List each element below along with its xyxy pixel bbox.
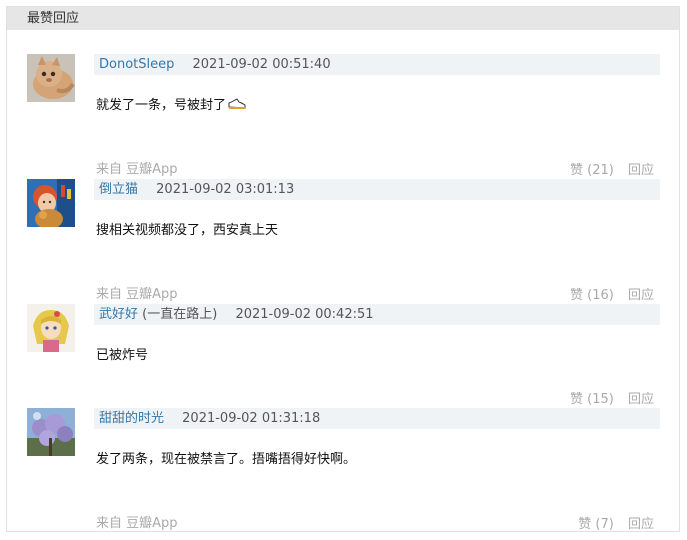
- reply-button[interactable]: 回应: [628, 517, 654, 532]
- author-link[interactable]: 武好好: [99, 307, 138, 322]
- comment-text-row: 就发了一条，号被封了: [96, 94, 246, 115]
- comment-meta: 倒立猫 2021-09-02 03:01:13: [94, 179, 660, 200]
- comment-meta: DonotSleep 2021-09-02 00:51:40: [94, 54, 660, 75]
- comment-source: 来自 豆瓣App: [96, 516, 178, 531]
- comment-text: 已被炸号: [96, 348, 149, 363]
- panel-title: 最赞回应: [7, 7, 679, 30]
- reply-button[interactable]: 回应: [628, 288, 654, 303]
- avatar[interactable]: [27, 304, 75, 352]
- comment-meta: 甜甜的时光 2021-09-02 01:31:18: [94, 408, 660, 429]
- comment-text: 搜相关视频都没了，西安真上天: [96, 223, 279, 238]
- comment-actions: 赞 (16) 回应: [570, 284, 654, 303]
- comment-time: 2021-09-02 00:42:51: [235, 307, 374, 322]
- comment-time: 2021-09-02 03:01:13: [156, 182, 295, 197]
- like-button[interactable]: 赞 (15): [570, 392, 614, 407]
- author-link[interactable]: 倒立猫: [99, 182, 138, 197]
- comment-source: 来自 豆瓣App: [96, 162, 178, 177]
- comment-actions: 赞 (21) 回应: [570, 159, 654, 178]
- avatar[interactable]: [27, 408, 75, 456]
- comment-time: 2021-09-02 00:51:40: [192, 57, 331, 72]
- like-button[interactable]: 赞 (7): [578, 517, 614, 532]
- avatar[interactable]: [27, 179, 75, 227]
- reply-button[interactable]: 回应: [628, 392, 654, 407]
- comment-meta: 武好好 (一直在路上) 2021-09-02 00:42:51: [94, 304, 660, 325]
- like-button[interactable]: 赞 (16): [570, 288, 614, 303]
- author-link[interactable]: 甜甜的时光: [99, 411, 164, 426]
- avatar[interactable]: [27, 54, 75, 102]
- author-link[interactable]: DonotSleep: [99, 57, 174, 72]
- author-signature: (一直在路上): [142, 307, 218, 322]
- comment-time: 2021-09-02 01:31:18: [182, 411, 321, 426]
- comment-source: 来自 豆瓣App: [96, 287, 178, 302]
- comment-text: 就发了一条，号被封了: [96, 98, 227, 113]
- comment-actions: 赞 (7) 回应: [578, 513, 654, 532]
- sneaker-emoji-icon: [228, 97, 246, 115]
- like-button[interactable]: 赞 (21): [570, 163, 614, 178]
- top-replies-panel: 最赞回应 DonotSleep 2021-09-02 00:51:40 就发了一…: [6, 6, 680, 532]
- comment-actions: 赞 (15) 回应: [570, 388, 654, 407]
- comment-text: 发了两条，现在被禁言了。捂嘴捂得好快啊。: [96, 452, 357, 467]
- reply-button[interactable]: 回应: [628, 163, 654, 178]
